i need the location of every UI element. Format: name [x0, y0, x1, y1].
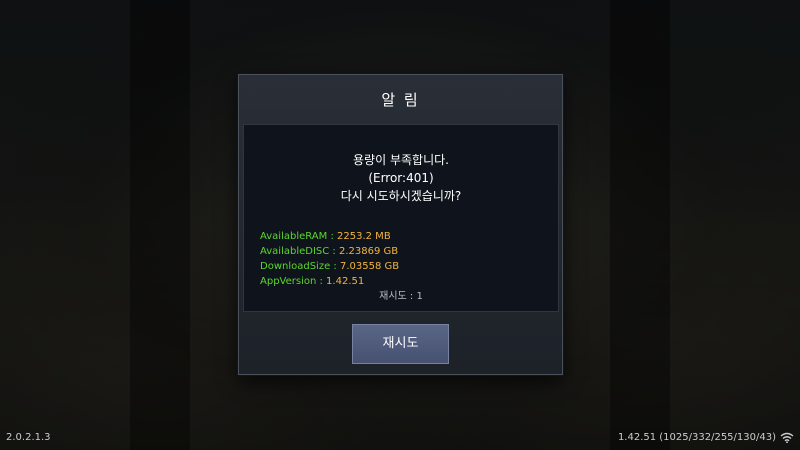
message-line: (Error:401): [368, 171, 434, 185]
info-row-download-size: DownloadSize : 7.03558 GB: [260, 259, 399, 274]
info-key: AvailableDISC :: [260, 246, 339, 257]
info-value: 1.42.51: [326, 276, 365, 287]
info-key: AvailableRAM :: [260, 231, 338, 242]
info-value: 7.03558 GB: [339, 261, 400, 272]
retry-count: 재시도 : 1: [379, 291, 423, 302]
dialog-title: 알 림: [381, 91, 420, 109]
info-value: 2.23869 GB: [338, 246, 399, 257]
message-line: 용량이 부족합니다.: [353, 153, 449, 167]
info-key: AppVersion :: [260, 276, 327, 287]
message-line: 다시 시도하시겠습니까?: [340, 189, 462, 203]
dialog-content: 용량이 부족합니다. (Error:401) 다시 시도하시겠습니까? Avai…: [243, 124, 559, 312]
error-message: 용량이 부족합니다. (Error:401) 다시 시도하시겠습니까?: [244, 151, 558, 205]
wifi-icon: [780, 432, 794, 443]
info-value: 2253.2 MB: [337, 231, 391, 242]
app-version-detail: 1.42.51 (1025/332/255/130/43): [617, 432, 776, 443]
retry-button[interactable]: 재시도: [352, 324, 449, 364]
info-key: DownloadSize :: [260, 261, 340, 272]
info-row-ram: AvailableRAM : 2253.2 MB: [260, 229, 399, 244]
info-row-disc: AvailableDISC : 2.23869 GB: [260, 244, 399, 259]
alert-dialog: 알 림 용량이 부족합니다. (Error:401) 다시 시도하시겠습니까? …: [238, 74, 563, 375]
system-info: AvailableRAM : 2253.2 MB AvailableDISC :…: [260, 229, 399, 289]
client-version: 2.0.2.1.3: [6, 432, 51, 443]
